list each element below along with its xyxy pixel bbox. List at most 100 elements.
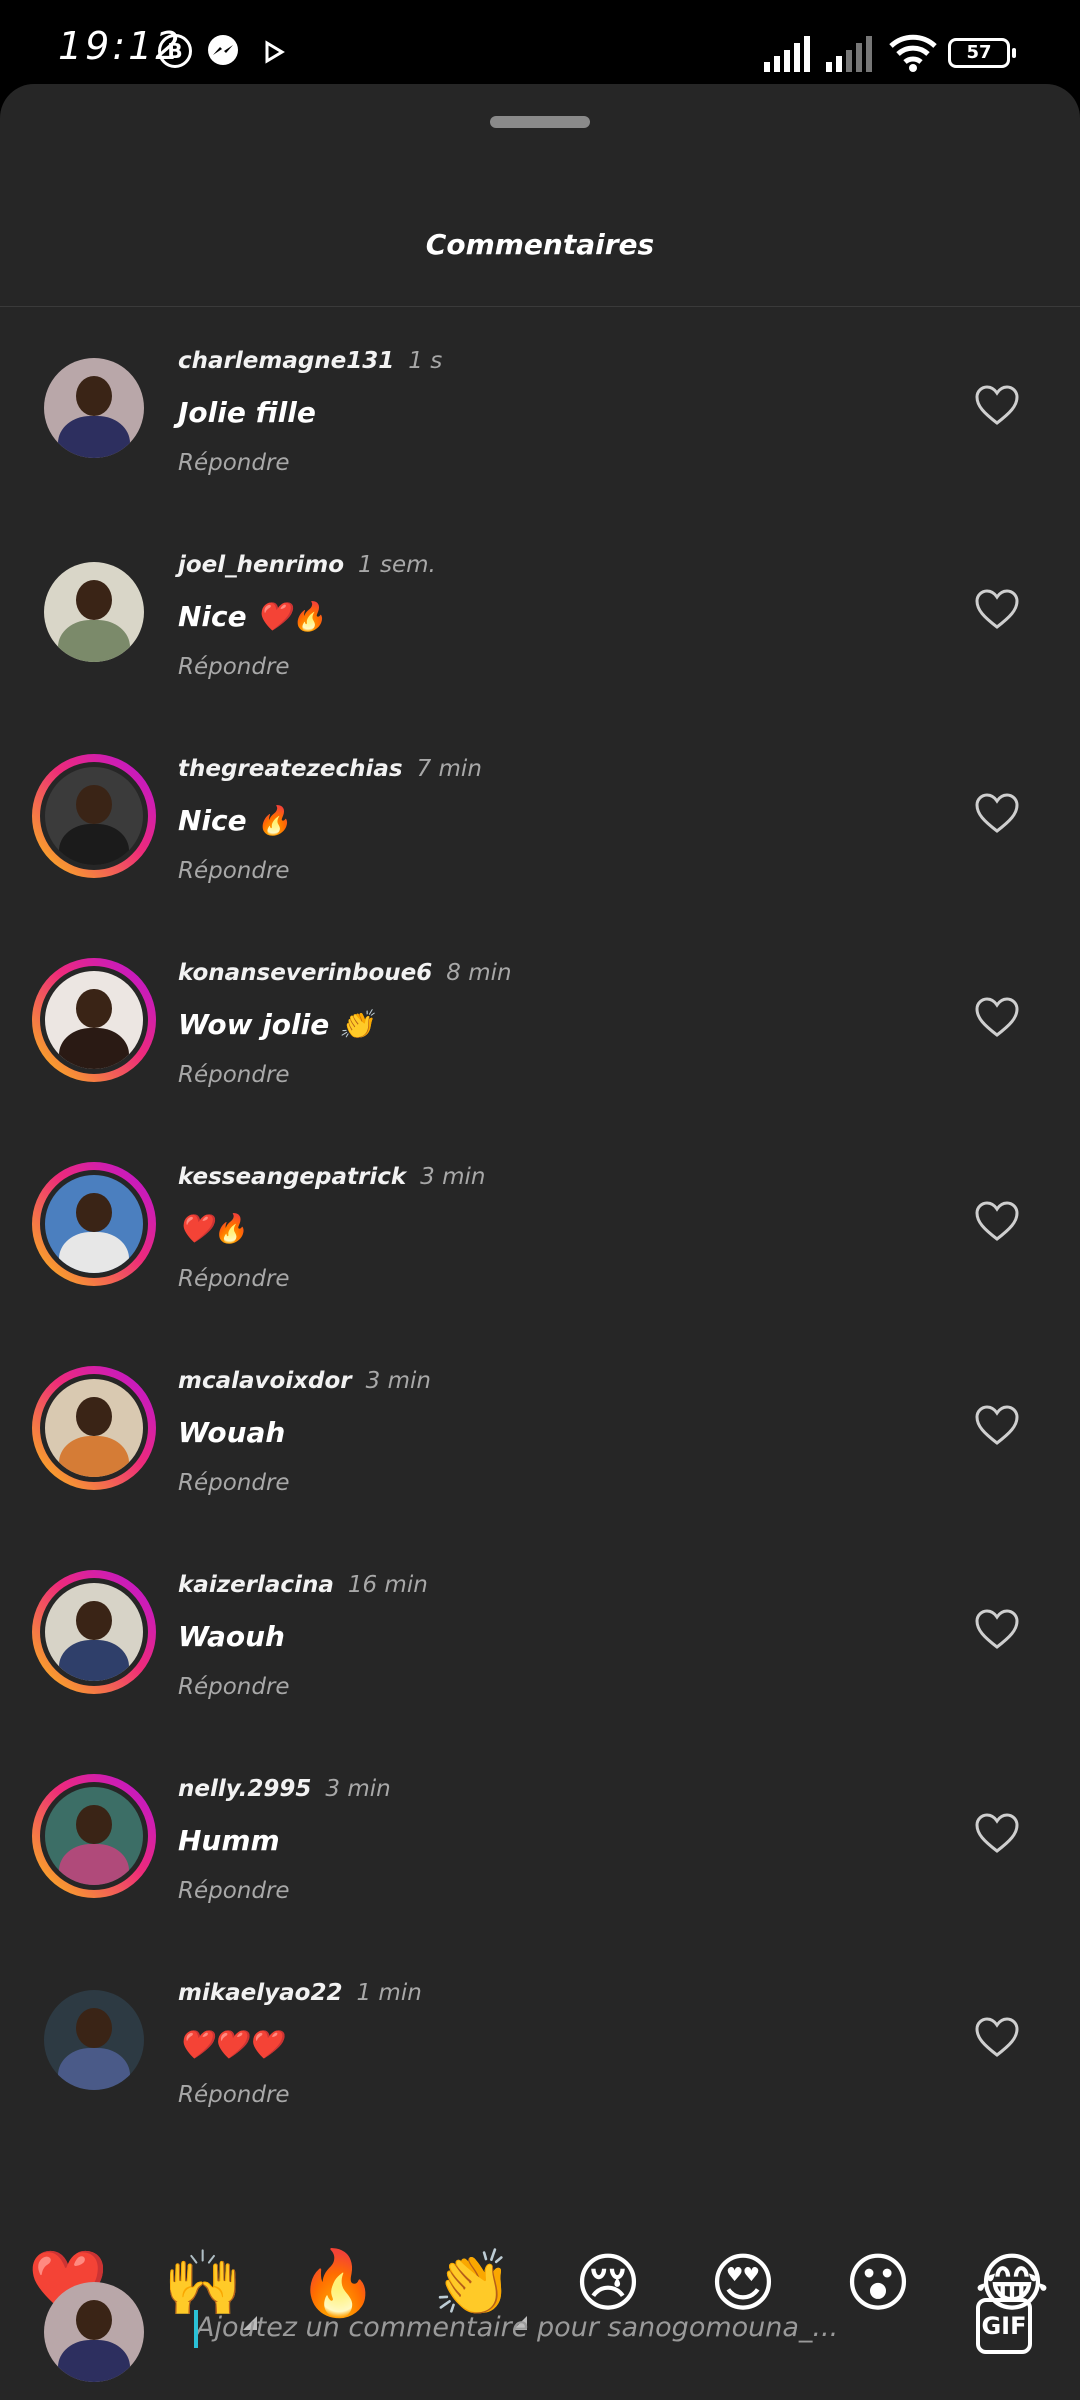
avatar[interactable] [32,1162,156,1286]
sheet-title: Commentaires [425,228,655,261]
avatar-head [76,1600,112,1640]
avatar-body [58,1231,130,1273]
avatar-image [44,562,144,662]
avatar-body [58,1639,130,1681]
status-bar: 19:12 B 57 [0,0,1080,84]
like-heart-icon[interactable] [974,384,1020,426]
comment-time: 16 min [347,1572,428,1598]
comment-input-placeholder: Ajoutez un commentaire pour sanogomouna_… [196,2312,839,2343]
avatar-head [76,988,112,1028]
avatar[interactable] [32,1774,156,1898]
comment-item: mikaelyao22 1 min ❤️❤️❤️ Répondre [0,1956,1080,2160]
reply-button[interactable]: Répondre [178,654,290,680]
reply-button[interactable]: Répondre [178,1674,290,1700]
reply-button[interactable]: Répondre [178,1470,290,1496]
username-text: charlemagne131 [178,348,395,374]
comment-text: Wouah [178,1416,286,1449]
avatar-body [58,823,130,865]
play-icon [265,40,285,64]
like-heart-icon[interactable] [974,792,1020,834]
signal-2-icon [826,36,872,72]
avatar-image [40,1782,148,1890]
avatar-body [58,1027,130,1069]
avatar-body [58,620,130,662]
comment-username[interactable]: mikaelyao22 1 min [178,1980,422,2006]
comment-item: joel_henrimo 1 sem. Nice ❤️🔥 Répondre [0,528,1080,732]
comment-username[interactable]: konanseverinboue6 8 min [178,960,512,986]
username-text: mcalavoixdor [178,1368,352,1394]
avatar-head [76,580,112,620]
comment-username[interactable]: kesseangepatrick 3 min [178,1164,485,1190]
like-heart-icon[interactable] [974,588,1020,630]
comment-username[interactable]: mcalavoixdor 3 min [178,1368,431,1394]
avatar-image [44,358,144,458]
avatar[interactable] [32,754,156,878]
comment-time: 3 min [365,1368,431,1394]
header-divider [0,306,1080,307]
comment-username[interactable]: kaizerlacina 16 min [178,1572,428,1598]
reply-button[interactable]: Répondre [178,1266,290,1292]
comment-time: 1 sem. [358,552,436,578]
avatar[interactable] [32,1978,156,2102]
username-text: mikaelyao22 [178,1980,343,2006]
avatar-head [76,784,112,824]
reply-button[interactable]: Répondre [178,858,290,884]
avatar-image [44,1990,144,2090]
avatar-body [58,416,130,458]
comments-sheet: Commentaires charlemagne131 1 s Jolie fil… [0,84,1080,2400]
reply-button[interactable]: Répondre [178,450,290,476]
comment-text: Jolie fille [178,396,316,429]
comment-text: Nice ❤️🔥 [178,600,327,633]
like-heart-icon[interactable] [974,1404,1020,1446]
comment-input-bar: Ajoutez un commentaire pour sanogomouna_… [0,2258,1080,2400]
comment-item: konanseverinboue6 8 min Wow jolie 👏 Répon… [0,936,1080,1140]
avatar-head [76,1396,112,1436]
avatar-image [40,1578,148,1686]
like-heart-icon[interactable] [974,1200,1020,1242]
username-text: kesseangepatrick [178,1164,407,1190]
comment-time: 1 s [408,348,443,374]
avatar[interactable] [32,1570,156,1694]
avatar[interactable] [32,958,156,1082]
comment-username[interactable]: charlemagne131 1 s [178,348,442,374]
username-text: thegreatezechias [178,756,403,782]
like-heart-icon[interactable] [974,2016,1020,2058]
like-heart-icon[interactable] [974,1608,1020,1650]
avatar-image [40,1374,148,1482]
avatar-head [76,1192,112,1232]
comment-text: Wow jolie 👏 [178,1008,374,1041]
comment-text: ❤️🔥 [178,1212,248,1245]
username-text: nelly.2995 [178,1776,312,1802]
avatar[interactable] [32,550,156,674]
reply-button[interactable]: Répondre [178,2082,290,2108]
comment-item: charlemagne131 1 s Jolie fille Répondre [0,324,1080,528]
avatar-body [58,2048,130,2090]
avatar[interactable] [32,346,156,470]
comment-item: nelly.2995 3 min Humm Répondre [0,1752,1080,1956]
reply-button[interactable]: Répondre [178,1062,290,1088]
comment-item: mcalavoixdor 3 min Wouah Répondre [0,1344,1080,1548]
reply-button[interactable]: Répondre [178,1878,290,1904]
battery-icon: 57 [948,38,1016,68]
like-heart-icon[interactable] [974,996,1020,1038]
comment-time: 3 min [420,1164,486,1190]
comment-username[interactable]: thegreatezechias 7 min [178,756,482,782]
username-text: kaizerlacina [178,1572,334,1598]
avatar-body [58,1435,130,1477]
comment-item: kesseangepatrick 3 min ❤️🔥 Répondre [0,1140,1080,1344]
like-heart-icon[interactable] [974,1812,1020,1854]
text-caret [194,2310,198,2348]
avatar[interactable] [32,1366,156,1490]
comment-input[interactable]: Ajoutez un commentaire pour sanogomouna_… [194,2302,956,2354]
comment-username[interactable]: nelly.2995 3 min [178,1776,391,1802]
sheet-grabber[interactable] [490,116,590,128]
avatar-image [40,1170,148,1278]
avatar-image [40,762,148,870]
signal-icon [764,36,810,72]
comment-time: 7 min [416,756,482,782]
comment-text: ❤️❤️❤️ [178,2028,283,2061]
comment-username[interactable]: joel_henrimo 1 sem. [178,552,436,578]
gif-button[interactable]: GIF [976,2298,1032,2354]
comment-item: kaizerlacina 16 min Waouh Répondre [0,1548,1080,1752]
avatar-head [76,2008,112,2048]
